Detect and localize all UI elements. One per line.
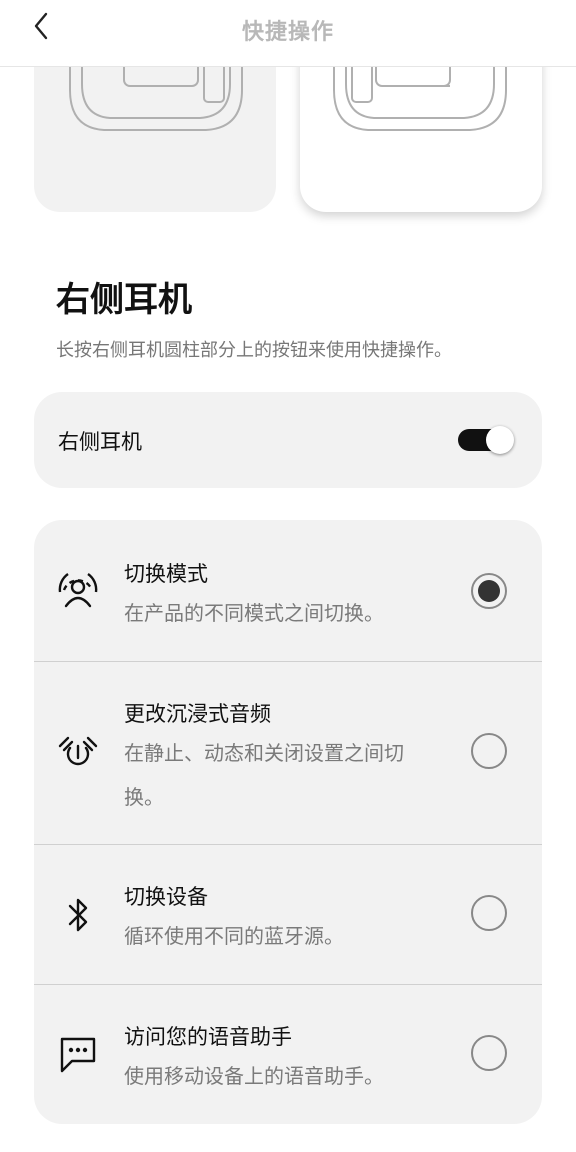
option-title: 切换设备 [124, 885, 208, 909]
right-earbud-switch[interactable] [458, 426, 514, 454]
listening-mode-icon [58, 570, 98, 618]
option-title: 切换模式 [124, 562, 208, 586]
quick-action-options: 切换模式 在产品的不同模式之间切换。 更改沉浸式音频 在静止、动态和关闭设置之间… [34, 520, 542, 1124]
option-voice-assistant[interactable]: 访问您的语音助手 使用移动设备上的语音助手。 [34, 985, 542, 1124]
radio-switch-mode[interactable] [471, 573, 507, 609]
option-title: 更改沉浸式音频 [124, 702, 271, 726]
immersive-audio-icon [58, 732, 98, 776]
section-title: 右侧耳机 [56, 280, 192, 320]
toggle-label: 右侧耳机 [58, 430, 142, 454]
option-switch-device[interactable]: 切换设备 循环使用不同的蓝牙源。 [34, 845, 542, 984]
option-title: 访问您的语音助手 [124, 1025, 292, 1049]
option-description-line-2: 换。 [124, 785, 164, 809]
voice-assistant-icon [58, 1035, 98, 1079]
section-description: 长按右侧耳机圆柱部分上的按钮来使用快捷操作。 [56, 340, 452, 361]
option-immersive-audio[interactable]: 更改沉浸式音频 在静止、动态和关闭设置之间切 换。 [34, 662, 542, 844]
switch-knob [486, 426, 514, 454]
radio-immersive-audio[interactable] [471, 733, 507, 769]
page-title: 快捷操作 [241, 20, 334, 45]
radio-voice-assistant[interactable] [471, 1035, 507, 1071]
bluetooth-icon [58, 897, 98, 937]
top-bar: 快捷操作 [0, 0, 576, 67]
option-description: 循环使用不同的蓝牙源。 [124, 924, 344, 948]
option-switch-mode[interactable]: 切换模式 在产品的不同模式之间切换。 [34, 520, 542, 661]
radio-switch-device[interactable] [471, 895, 507, 931]
right-earbud-toggle-row[interactable]: 右侧耳机 [34, 392, 542, 488]
option-description: 在产品的不同模式之间切换。 [124, 601, 384, 625]
radio-selected-dot [478, 580, 500, 602]
option-description-line-1: 在静止、动态和关闭设置之间切 [124, 741, 404, 765]
option-description: 使用移动设备上的语音助手。 [124, 1064, 384, 1088]
